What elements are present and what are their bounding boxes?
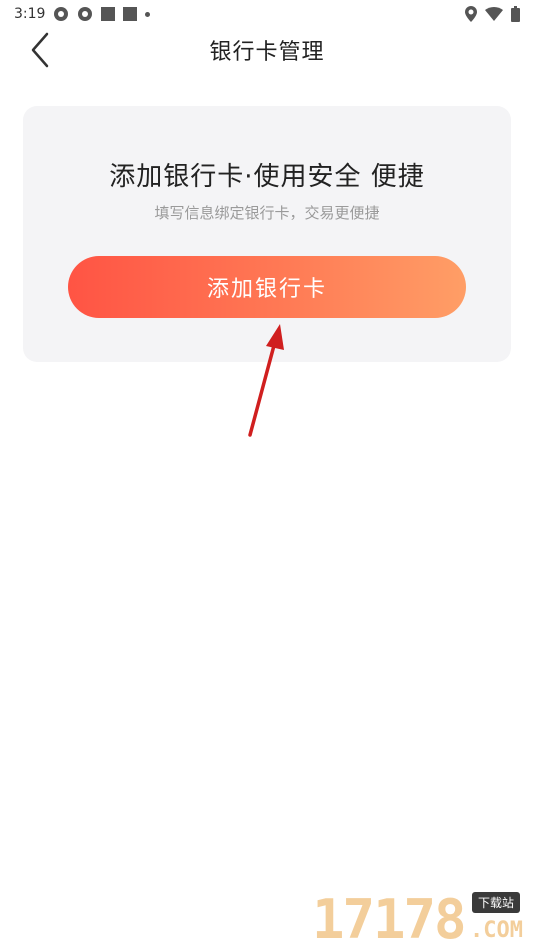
notification-icon <box>78 7 93 21</box>
status-time: 3:19 <box>14 6 46 22</box>
annotation-arrow-icon <box>248 324 284 437</box>
card-title: 添加银行卡·使用安全 便捷 <box>109 162 425 192</box>
battery-icon <box>511 6 520 22</box>
card-subtitle: 填写信息绑定银行卡，交易更便捷 <box>154 204 380 222</box>
chevron-left-icon <box>31 32 49 68</box>
watermark-suffix: .COM <box>470 918 523 943</box>
page-title: 银行卡管理 <box>209 40 325 65</box>
wifi-icon <box>485 7 503 21</box>
watermark-badge: 下载站 <box>472 892 521 913</box>
add-bank-card-button[interactable]: 添加银行卡 <box>68 256 466 318</box>
notification-icon <box>54 7 69 21</box>
watermark-logo: 17178 下载站 .COM <box>312 888 534 950</box>
location-icon <box>465 6 477 22</box>
more-notifications-icon <box>145 11 151 17</box>
notification-icon <box>123 7 138 21</box>
nav-bar: 银行卡管理 <box>0 28 534 72</box>
notification-icon <box>101 7 116 21</box>
status-right <box>465 6 520 22</box>
status-bar: 3:19 <box>0 0 534 28</box>
watermark-number: 17178 <box>312 888 467 951</box>
back-button[interactable] <box>22 32 58 68</box>
status-left: 3:19 <box>14 6 151 22</box>
